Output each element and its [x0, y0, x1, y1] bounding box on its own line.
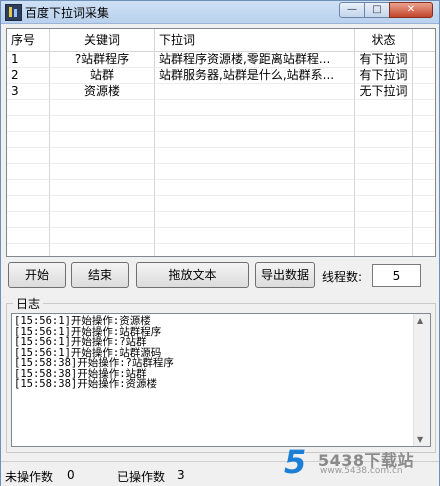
end-button[interactable]: 结束 [71, 262, 129, 288]
log-line: [15:58:38]开始操作:?站群程序 [14, 357, 174, 369]
main-window: 百度下拉词采集 — □ ✕ 序号 关键词 下拉词 状态 1 ?站群程序 站群程序… [0, 0, 440, 486]
empty-row [7, 244, 435, 256]
log-textbox[interactable]: [15:56:1]开始操作:资源楼 [15:56:1]开始操作:站群程序 [15… [11, 313, 431, 447]
log-line: [15:56:1]开始操作:?站群 [14, 336, 147, 348]
row-keyword: ?站群程序 [50, 52, 155, 68]
column-header-status[interactable]: 状态 [355, 29, 413, 51]
row-keyword: 站群 [50, 68, 155, 84]
row-filler [413, 52, 435, 68]
column-header-filler [413, 29, 435, 51]
table-row[interactable]: 3 资源楼 无下拉词 [7, 84, 435, 100]
export-data-button[interactable]: 导出数据 [255, 262, 315, 288]
row-suggestions: 站群程序资源楼,零距离站群程... [155, 52, 355, 68]
row-index: 3 [7, 84, 50, 100]
done-count-label: 已操作数 [117, 470, 166, 484]
row-index: 1 [7, 52, 50, 68]
table-row[interactable]: 2 站群 站群服务器,站群是什么,站群系... 有下拉词 [7, 68, 435, 84]
start-button[interactable]: 开始 [8, 262, 66, 288]
column-header-suggestions[interactable]: 下拉词 [155, 29, 355, 51]
row-suggestions [155, 84, 355, 100]
log-line: [15:58:38]开始操作:资源楼 [14, 378, 158, 390]
empty-row [7, 228, 435, 244]
empty-row [7, 132, 435, 148]
scroll-down-icon[interactable]: ▼ [417, 435, 423, 444]
watermark-logo: 5 5438下载站 www.5438.com.cn [284, 443, 438, 481]
title-bar[interactable]: 百度下拉词采集 — □ ✕ [1, 1, 439, 24]
row-filler [413, 84, 435, 100]
column-header-index[interactable]: 序号 [7, 29, 50, 51]
empty-row [7, 196, 435, 212]
log-lines: [15:56:1]开始操作:资源楼 [15:56:1]开始操作:站群程序 [15… [12, 316, 174, 390]
row-status: 有下拉词 [355, 68, 413, 84]
done-count-value: 3 [177, 468, 185, 482]
column-header-keyword[interactable]: 关键词 [50, 29, 155, 51]
empty-row [7, 212, 435, 228]
empty-row [7, 164, 435, 180]
drag-text-button[interactable]: 拖放文本 [136, 262, 249, 288]
close-icon[interactable]: ✕ [389, 2, 433, 18]
table-row[interactable]: 1 ?站群程序 站群程序资源楼,零距离站群程... 有下拉词 [7, 52, 435, 68]
row-index: 2 [7, 68, 50, 84]
log-line: [15:56:1]开始操作:资源楼 [14, 315, 151, 327]
thread-count-input[interactable] [372, 264, 421, 287]
app-icon [5, 4, 22, 21]
thread-count-label: 线程数: [322, 270, 363, 284]
maximize-icon[interactable]: □ [364, 2, 390, 18]
log-scrollbar[interactable]: ▲ ▼ [413, 314, 430, 446]
pending-count-label: 未操作数 [5, 470, 54, 484]
log-legend: 日志 [13, 295, 44, 312]
watermark-url: www.5438.com.cn [320, 466, 403, 476]
empty-row [7, 148, 435, 164]
row-keyword: 资源楼 [50, 84, 155, 100]
row-status: 有下拉词 [355, 52, 413, 68]
keyword-grid[interactable]: 序号 关键词 下拉词 状态 1 ?站群程序 站群程序资源楼,零距离站群程... … [6, 28, 436, 257]
grid-header: 序号 关键词 下拉词 状态 [7, 29, 435, 52]
row-status: 无下拉词 [355, 84, 413, 100]
watermark-digit: 5 [284, 443, 307, 481]
scroll-up-icon[interactable]: ▲ [417, 316, 423, 325]
empty-row [7, 180, 435, 196]
row-suggestions: 站群服务器,站群是什么,站群系... [155, 68, 355, 84]
window-title: 百度下拉词采集 [25, 6, 110, 20]
empty-row [7, 100, 435, 116]
empty-row [7, 116, 435, 132]
minimize-icon[interactable]: — [339, 2, 365, 18]
row-filler [413, 68, 435, 84]
pending-count-value: 0 [67, 468, 75, 482]
